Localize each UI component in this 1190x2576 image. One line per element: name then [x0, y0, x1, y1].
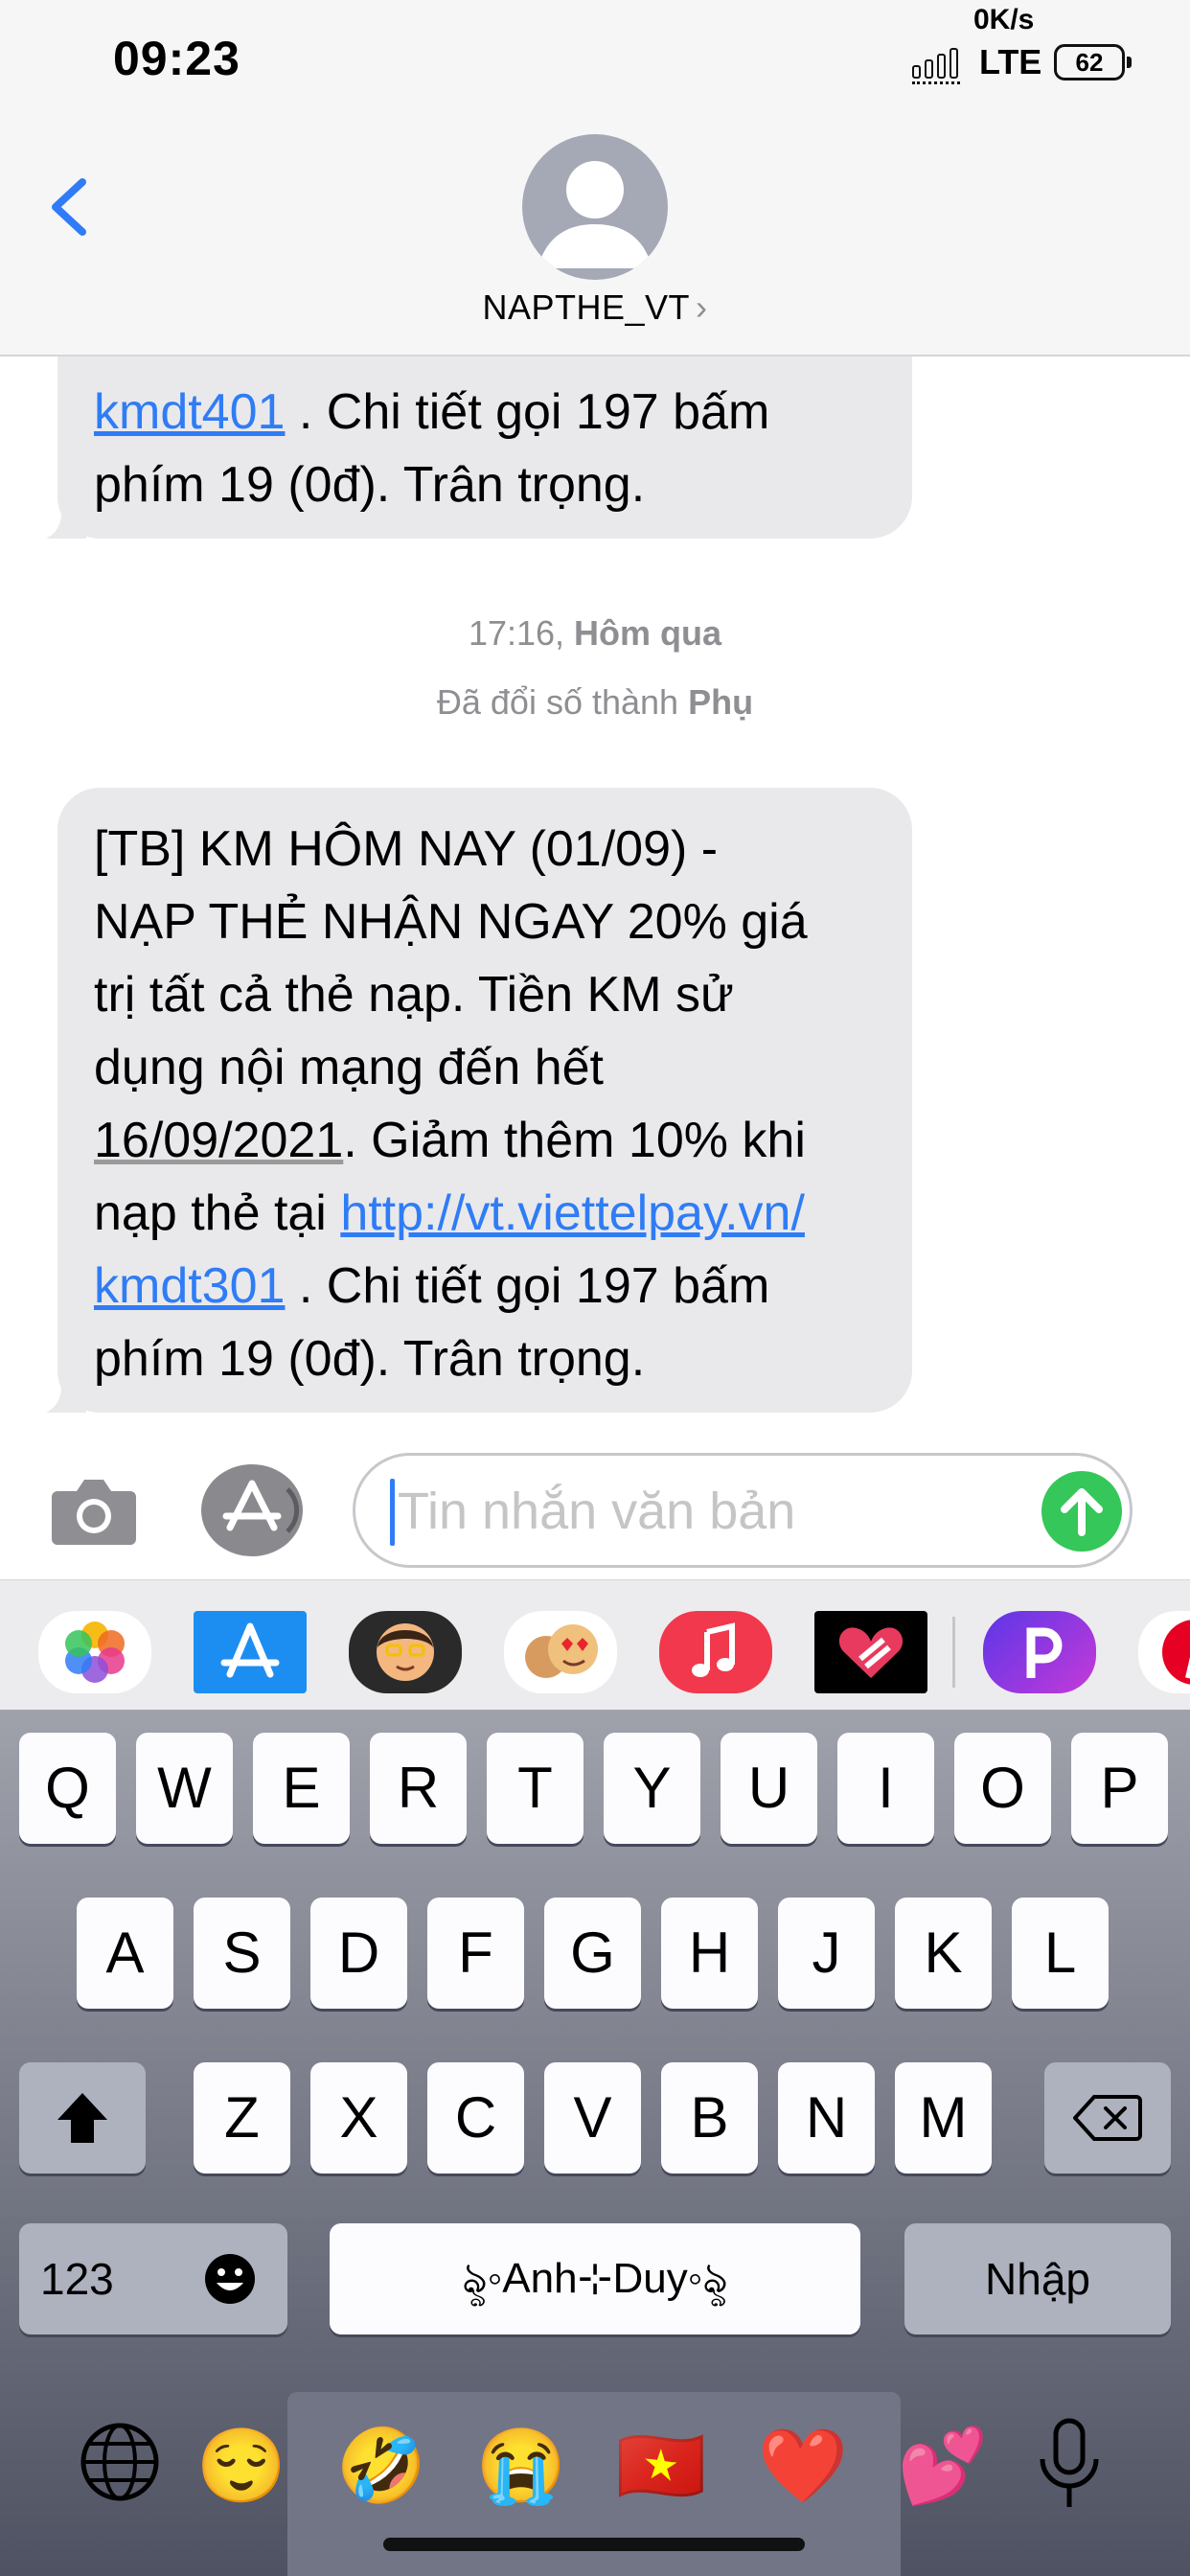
emoji-suggestion[interactable]: 😭 — [475, 2421, 567, 2513]
key-l[interactable]: L — [1012, 1898, 1109, 2009]
strip-divider — [952, 1617, 955, 1688]
message-line: kmdt301 . Chi tiết gọi 197 bấm — [94, 1258, 770, 1314]
key-c[interactable]: C — [427, 2062, 524, 2174]
microphone-icon — [1040, 2418, 1099, 2507]
message-link[interactable]: kmdt401 — [94, 384, 285, 440]
chevron-right-icon: › — [696, 288, 708, 327]
photos-app-icon[interactable] — [38, 1611, 151, 1693]
key-u[interactable]: U — [721, 1733, 817, 1844]
message-link[interactable]: http://vt.viettelpay.vn/ — [340, 1185, 805, 1241]
app-store-app-icon[interactable] — [194, 1611, 307, 1693]
battery-level: 62 — [1075, 48, 1104, 77]
key-o[interactable]: O — [954, 1733, 1051, 1844]
return-key[interactable]: Nhập — [904, 2223, 1171, 2334]
key-d[interactable]: D — [310, 1898, 407, 2009]
home-indicator[interactable] — [383, 2538, 805, 2551]
message-line: NẠP THẺ NHẬN NGAY 20% giá — [94, 894, 808, 950]
message-timestamp: 17:16, Hôm qua — [468, 613, 722, 653]
key-j[interactable]: J — [778, 1898, 875, 2009]
key-t[interactable]: T — [487, 1733, 584, 1844]
key-p[interactable]: P — [1071, 1733, 1168, 1844]
key-f[interactable]: F — [427, 1898, 524, 2009]
globe-icon — [80, 2423, 159, 2501]
pinterest-app-icon[interactable] — [1138, 1611, 1190, 1693]
dictation-key[interactable] — [1031, 2417, 1108, 2513]
chevron-left-icon — [52, 178, 86, 236]
contact-name[interactable]: NAPTHE_VT › — [0, 288, 1190, 328]
message-line: nạp thẻ tại http://vt.viettelpay.vn/ — [94, 1185, 805, 1241]
app-store-button[interactable] — [201, 1464, 303, 1556]
numbers-key-label: 123 — [40, 2254, 114, 2304]
app-store-icon — [222, 1480, 300, 1533]
key-y[interactable]: Y — [604, 1733, 700, 1844]
status-time: 09:23 — [113, 32, 240, 85]
contact-avatar[interactable] — [522, 134, 668, 280]
backspace-key[interactable] — [1044, 2062, 1171, 2174]
key-s[interactable]: S — [194, 1898, 290, 2009]
message-line: phím 19 (0đ). Trân trọng. — [94, 457, 646, 513]
key-e[interactable]: E — [253, 1733, 350, 1844]
emoji-suggestion[interactable]: ❤️ — [757, 2421, 849, 2513]
battery-icon: 62 — [1054, 44, 1132, 80]
message-date[interactable]: 16/09/2021 — [94, 1113, 343, 1168]
shift-icon — [57, 2093, 107, 2143]
key-g[interactable]: G — [544, 1898, 641, 2009]
key-a[interactable]: A — [77, 1898, 173, 2009]
person-icon — [538, 161, 652, 268]
message-line: kmdt401 . Chi tiết gọi 197 bấm — [94, 384, 770, 440]
memoji-stickers-app-icon[interactable] — [504, 1611, 617, 1693]
key-q[interactable]: Q — [19, 1733, 116, 1844]
key-n[interactable]: N — [778, 2062, 875, 2174]
imessage-app-strip[interactable] — [0, 1579, 1190, 1710]
emoji-suggestion[interactable]: 🇻🇳 — [615, 2421, 707, 2513]
camera-icon — [52, 1480, 136, 1545]
heart-sticker-app-icon[interactable] — [814, 1611, 927, 1693]
key-z[interactable]: Z — [194, 2062, 290, 2174]
backspace-icon — [1072, 2095, 1142, 2141]
sender-note: Đã đổi số thành Phụ — [436, 682, 754, 722]
message-bubble[interactable]: [TB] KM HÔM NAY (01/09) - NẠP THẺ NHẬN N… — [46, 788, 912, 1413]
network-speed: 0K/s — [973, 4, 1035, 35]
message-line: phím 19 (0đ). Trân trọng. — [94, 1331, 646, 1387]
numbers-emoji-key[interactable]: 123 — [19, 2223, 287, 2334]
message-link[interactable]: kmdt301 — [94, 1258, 285, 1314]
key-r[interactable]: R — [370, 1733, 467, 1844]
arrow-up-icon — [1061, 1488, 1103, 1536]
picsart-app-icon[interactable] — [983, 1611, 1096, 1693]
back-button[interactable] — [38, 163, 96, 249]
text-cursor — [390, 1479, 395, 1546]
message-input[interactable] — [398, 1475, 992, 1548]
space-key[interactable]: ৡ◦Anh⊹Duy◦ৡ — [330, 2223, 860, 2334]
emoji-suggestion[interactable]: 😌 — [195, 2421, 287, 2513]
message-line: dụng nội mạng đến hết — [94, 1040, 604, 1095]
key-b[interactable]: B — [661, 2062, 758, 2174]
memoji-app-icon[interactable] — [349, 1611, 462, 1693]
conversation-header: 09:23 0K/s LTE 62 NAPTHE_VT › — [0, 0, 1190, 356]
key-m[interactable]: M — [895, 2062, 992, 2174]
camera-button[interactable] — [48, 1472, 140, 1549]
key-v[interactable]: V — [544, 2062, 641, 2174]
message-line: 16/09/2021. Giảm thêm 10% khi — [94, 1113, 806, 1168]
contact-name-label: NAPTHE_VT — [482, 288, 691, 327]
key-h[interactable]: H — [661, 1898, 758, 2009]
send-button[interactable] — [1041, 1471, 1122, 1552]
message-line: trị tất cả thẻ nạp. Tiền KM sử — [94, 967, 734, 1023]
key-k[interactable]: K — [895, 1898, 992, 2009]
network-type: LTE — [979, 42, 1042, 81]
key-i[interactable]: I — [837, 1733, 934, 1844]
emoji-icon — [205, 2254, 255, 2304]
message-line: [TB] KM HÔM NAY (01/09) - — [94, 821, 719, 877]
music-app-icon[interactable] — [659, 1611, 772, 1693]
bubble-tail — [46, 1374, 86, 1413]
key-w[interactable]: W — [136, 1733, 233, 1844]
key-x[interactable]: X — [310, 2062, 407, 2174]
message-input-field[interactable] — [353, 1453, 1133, 1568]
bubble-tail — [46, 500, 86, 539]
emoji-suggestion[interactable]: 🤣 — [335, 2421, 427, 2513]
signal-strength-icon — [912, 40, 960, 84]
emoji-suggestion[interactable]: 💕 — [897, 2421, 989, 2513]
shift-key[interactable] — [19, 2062, 146, 2174]
globe-key[interactable] — [77, 2419, 163, 2505]
